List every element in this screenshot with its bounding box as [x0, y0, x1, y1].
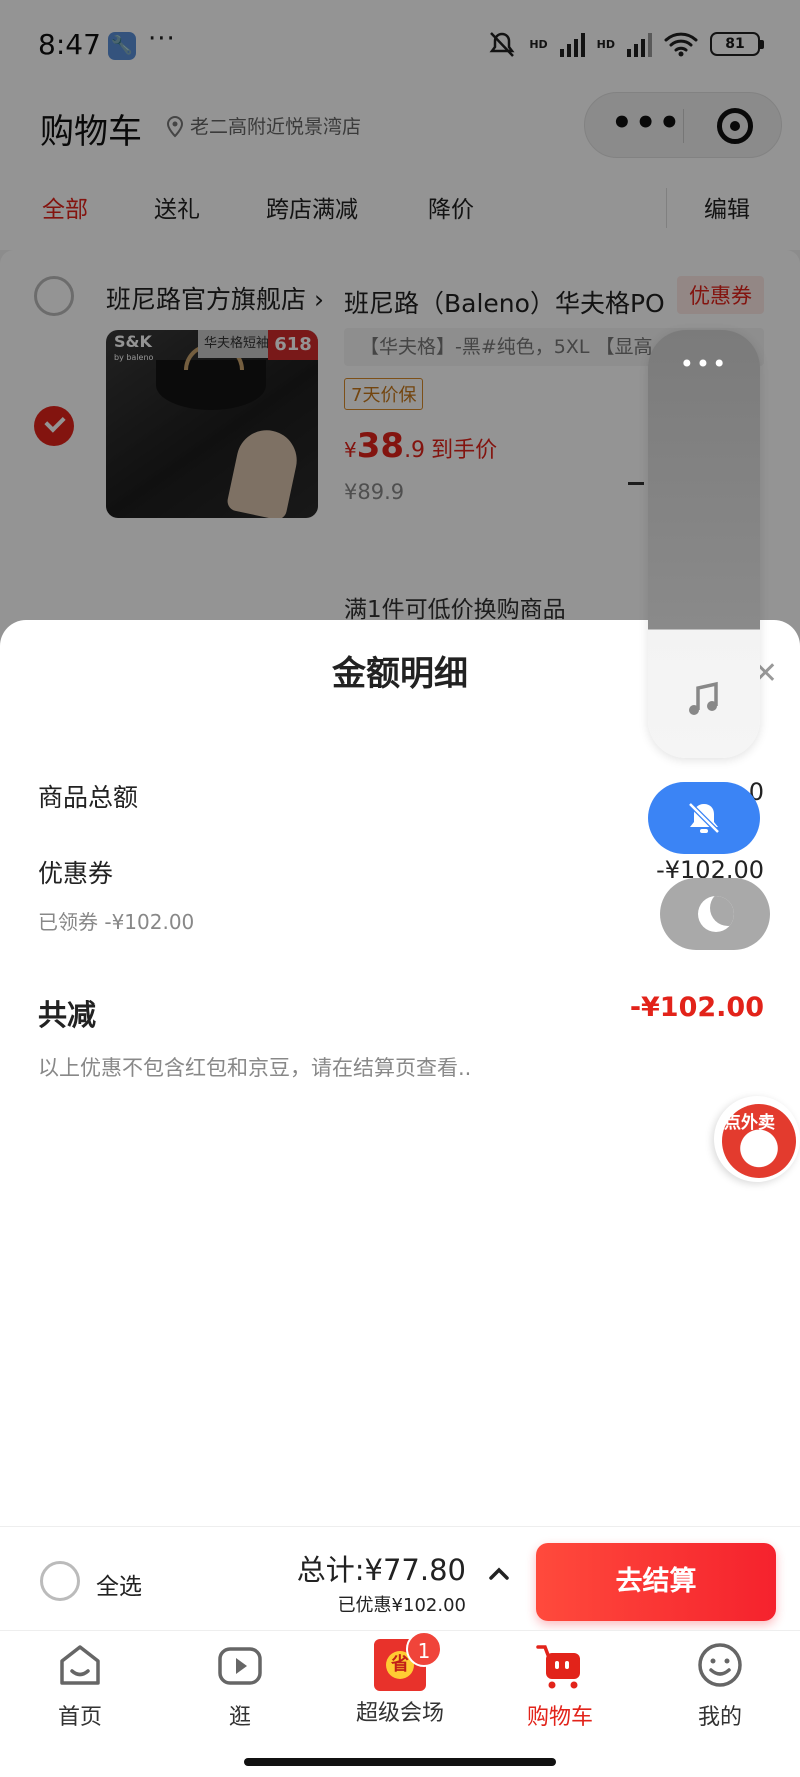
checkout-saved: 已优惠¥102.00 — [337, 1595, 466, 1616]
coupon-label: 优惠券 — [38, 859, 114, 888]
tabbar-venue[interactable]: 省 1 超级会场 — [340, 1631, 460, 1727]
food-delivery-label: 点外卖 — [724, 1113, 775, 1133]
total-discount-label: 共减 — [38, 998, 97, 1032]
tabbar-browse-label: 逛 — [228, 1705, 251, 1730]
tabbar-profile-label: 我的 — [697, 1705, 742, 1730]
chevron-up-icon[interactable] — [486, 1561, 512, 1587]
music-note-icon[interactable] — [684, 680, 724, 720]
tabbar-browse[interactable]: 逛 — [180, 1639, 300, 1731]
select-all-label[interactable]: 全选 — [96, 1567, 142, 1601]
tabbar-cart-label: 购物车 — [526, 1705, 593, 1730]
food-delivery-float[interactable]: 点外卖 — [714, 1096, 800, 1182]
floating-music-panel[interactable]: ••• — [648, 330, 760, 758]
tabbar-home-label: 首页 — [57, 1705, 102, 1730]
bottom-tabbar: 首页 逛 省 1 超级会场 购物车 我的 — [0, 1630, 800, 1746]
tabbar-home[interactable]: 首页 — [20, 1639, 140, 1731]
tabbar-profile[interactable]: 我的 — [660, 1639, 780, 1731]
cart-icon — [536, 1645, 580, 1689]
venue-badge: 1 — [406, 1631, 442, 1667]
checkout-total: 总计:¥77.80 — [296, 1553, 466, 1587]
discount-note: 以上优惠不包含红包和京豆，请在结算页查看.. — [38, 1056, 472, 1080]
select-all-radio[interactable] — [40, 1561, 80, 1601]
total-discount-amount: -¥102.00 — [629, 992, 764, 1023]
dark-mode-button[interactable] — [660, 878, 770, 950]
profile-icon — [698, 1643, 742, 1687]
home-icon — [60, 1645, 100, 1685]
bell-off-icon — [688, 802, 720, 834]
mute-toggle-button[interactable] — [648, 782, 760, 854]
tabbar-cart[interactable]: 购物车 — [500, 1639, 620, 1731]
moon-icon — [698, 896, 734, 932]
coupon-sub: 已领券 -¥102.00 — [38, 910, 195, 934]
goods-total-label: 商品总额 — [38, 783, 139, 812]
venue-icon: 省 1 — [374, 1631, 442, 1691]
tabbar-venue-label: 超级会场 — [355, 1701, 444, 1726]
checkout-bar: 全选 总计:¥77.80 已优惠¥102.00 去结算 — [0, 1526, 800, 1630]
video-icon — [218, 1647, 262, 1685]
checkout-button[interactable]: 去结算 — [536, 1543, 776, 1621]
home-indicator[interactable] — [244, 1758, 556, 1766]
float-more-icon[interactable]: ••• — [648, 350, 760, 378]
